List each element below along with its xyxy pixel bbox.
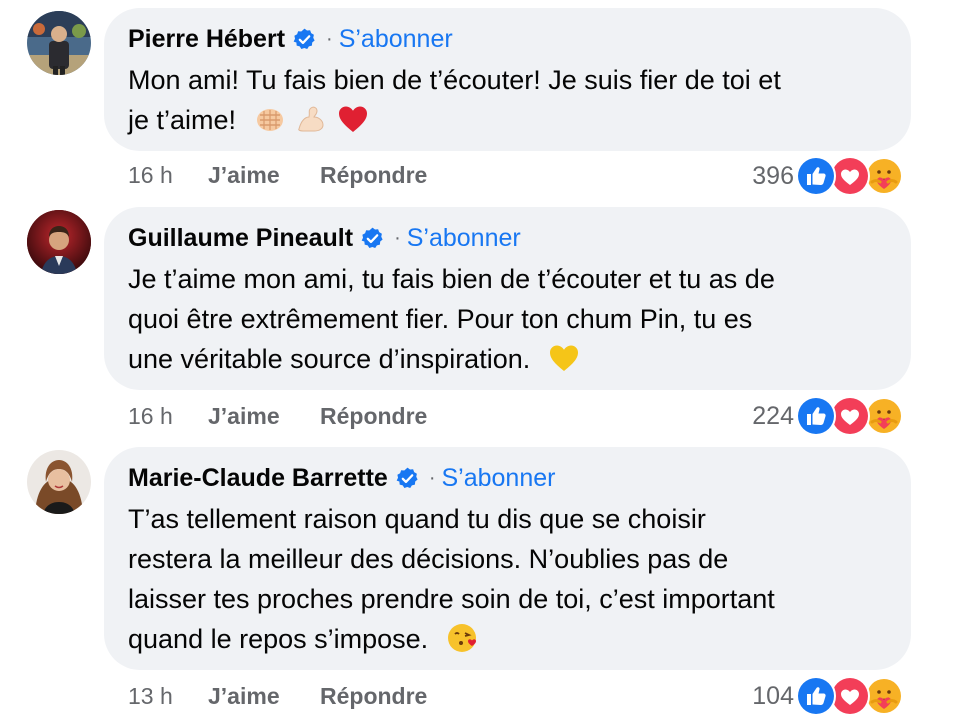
reaction-count: 224	[752, 401, 794, 430]
love-reaction-icon	[830, 676, 870, 716]
yellow-heart-emoji	[548, 342, 580, 374]
comment-text-line: Mon ami! Tu fais bien de t’écouter! Je s…	[128, 65, 781, 95]
comment-bubble: Pierre Hébert · S’abonner Mon ami! Tu fa…	[104, 8, 911, 151]
separator-dot: ·	[394, 226, 401, 249]
flexed-biceps-emoji	[295, 103, 327, 135]
care-reaction-icon	[864, 676, 904, 716]
comment-text-line: laisser tes proches prendre soin de toi,…	[128, 584, 775, 614]
reply-button[interactable]: Répondre	[320, 403, 427, 430]
comment-text-line: je t’aime!	[128, 105, 237, 135]
timestamp[interactable]: 13 h	[128, 683, 208, 710]
red-heart-emoji	[337, 103, 369, 135]
face-blowing-kiss-emoji	[446, 622, 478, 654]
love-reaction-icon	[830, 396, 870, 436]
comment-text-line: restera la meilleur des décisions. N’oub…	[128, 544, 729, 574]
fist-bump-emoji	[254, 103, 286, 135]
separator-dot: ·	[326, 27, 333, 50]
like-reaction-icon	[796, 156, 836, 196]
timestamp[interactable]: 16 h	[128, 403, 208, 430]
like-button[interactable]: J’aime	[208, 403, 320, 430]
comment-header: Guillaume Pineault · S’abonner	[128, 221, 887, 255]
comment-text-line: T’as tellement raison quand tu dis que s…	[128, 504, 706, 534]
verified-badge-icon	[360, 226, 385, 251]
comment-text-line: une véritable source d’inspiration.	[128, 344, 531, 374]
reaction-summary[interactable]: 104	[752, 676, 904, 716]
comment: Marie-Claude Barrette · S’abonner T’as t…	[0, 440, 964, 728]
reaction-count: 104	[752, 681, 794, 710]
author-name[interactable]: Pierre Hébert	[128, 25, 285, 54]
avatar[interactable]	[27, 210, 91, 274]
love-reaction-icon	[830, 156, 870, 196]
comment-text: T’as tellement raison quand tu dis que s…	[128, 499, 887, 659]
comment-bubble: Marie-Claude Barrette · S’abonner T’as t…	[104, 447, 911, 670]
comment-text-line-with-emoji: quand le repos s’impose.	[128, 619, 887, 659]
care-reaction-icon	[864, 156, 904, 196]
verified-badge-icon	[395, 466, 420, 491]
separator-dot: ·	[428, 466, 436, 489]
comment-text: Je t’aime mon ami, tu fais bien de t’éco…	[128, 259, 887, 379]
like-reaction-icon	[796, 676, 836, 716]
reply-button[interactable]: Répondre	[320, 683, 427, 710]
comment: Pierre Hébert · S’abonner Mon ami! Tu fa…	[0, 0, 964, 200]
follow-button[interactable]: S’abonner	[407, 224, 521, 253]
like-reaction-icon	[796, 396, 836, 436]
avatar[interactable]	[27, 450, 91, 514]
reaction-count: 396	[752, 161, 794, 190]
comment-text-line: quoi être extrêmement fier. Pour ton chu…	[128, 304, 753, 334]
comment-header: Pierre Hébert · S’abonner	[128, 22, 887, 56]
reaction-summary[interactable]: 224	[752, 396, 904, 436]
comment-actions: 16 h J’aime Répondre	[128, 403, 427, 430]
reply-button[interactable]: Répondre	[320, 162, 427, 189]
reaction-summary[interactable]: 396	[752, 156, 904, 196]
comment: Guillaume Pineault · S’abonner Je t’aime…	[0, 200, 964, 440]
like-button[interactable]: J’aime	[208, 683, 320, 710]
timestamp[interactable]: 16 h	[128, 162, 208, 189]
follow-button[interactable]: S’abonner	[441, 464, 555, 493]
comment-actions: 13 h J’aime Répondre	[128, 683, 427, 710]
author-name[interactable]: Guillaume Pineault	[128, 224, 353, 253]
follow-button[interactable]: S’abonner	[339, 25, 453, 54]
comment-bubble: Guillaume Pineault · S’abonner Je t’aime…	[104, 207, 911, 390]
care-reaction-icon	[864, 396, 904, 436]
comment-text-line-with-emoji: une véritable source d’inspiration.	[128, 339, 887, 379]
verified-badge-icon	[292, 27, 317, 52]
comment-header: Marie-Claude Barrette · S’abonner	[128, 461, 887, 495]
comment-text: Mon ami! Tu fais bien de t’écouter! Je s…	[128, 60, 887, 140]
comment-actions: 16 h J’aime Répondre	[128, 162, 427, 189]
comment-text-line-with-emoji: je t’aime!	[128, 100, 887, 140]
comment-text-line: Je t’aime mon ami, tu fais bien de t’éco…	[128, 264, 775, 294]
like-button[interactable]: J’aime	[208, 162, 320, 189]
comment-text-line: quand le repos s’impose.	[128, 624, 429, 654]
comment-thread: Pierre Hébert · S’abonner Mon ami! Tu fa…	[0, 0, 964, 728]
author-name[interactable]: Marie-Claude Barrette	[128, 464, 388, 493]
avatar[interactable]	[27, 11, 91, 75]
